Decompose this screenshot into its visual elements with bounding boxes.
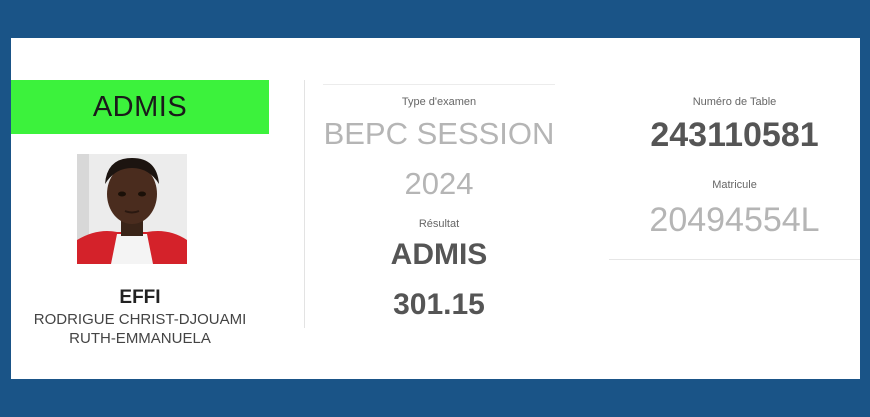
- person-photo-icon: [77, 154, 187, 264]
- candidate-card: ADMIS EFFI RODRIGUE CHRIST-DJOUAMI RUTH-…: [11, 80, 269, 362]
- status-text: ADMIS: [92, 90, 188, 123]
- matricule-value: 20494554L: [649, 201, 820, 239]
- score-value: 301.15: [393, 288, 485, 321]
- first-names-line-1: RODRIGUE CHRIST-DJOUAMI: [33, 311, 247, 328]
- exam-type-label: Type d'examen: [401, 96, 477, 108]
- result-value: ADMIS: [390, 238, 488, 271]
- result-label: Résultat: [418, 218, 460, 230]
- exam-card-top-border: [323, 84, 555, 85]
- first-names-line-2: RUTH-EMMANUELA: [69, 330, 211, 347]
- identity-card: Numéro de Table 243110581 Matricule 2049…: [609, 86, 860, 260]
- vertical-divider: [304, 80, 305, 328]
- exam-type-line-2: 2024: [404, 166, 474, 201]
- candidate-first-names: RODRIGUE CHRIST-DJOUAMI RUTH-EMMANUELA: [11, 310, 269, 348]
- exam-type-line-1: BEPC SESSION: [323, 116, 555, 151]
- table-number-value: 243110581: [650, 116, 819, 154]
- status-banner: ADMIS: [11, 80, 269, 134]
- matricule-label: Matricule: [712, 179, 757, 191]
- result-panel: ADMIS EFFI RODRIGUE CHRIST-DJOUAMI RUTH-…: [11, 38, 860, 379]
- identity-card-bottom-border: [609, 259, 860, 260]
- candidate-last-name: EFFI: [119, 287, 161, 308]
- table-number-label: Numéro de Table: [692, 96, 777, 108]
- candidate-photo: [77, 154, 187, 264]
- exam-card: Type d'examen BEPC SESSION 2024 Résultat…: [323, 84, 555, 324]
